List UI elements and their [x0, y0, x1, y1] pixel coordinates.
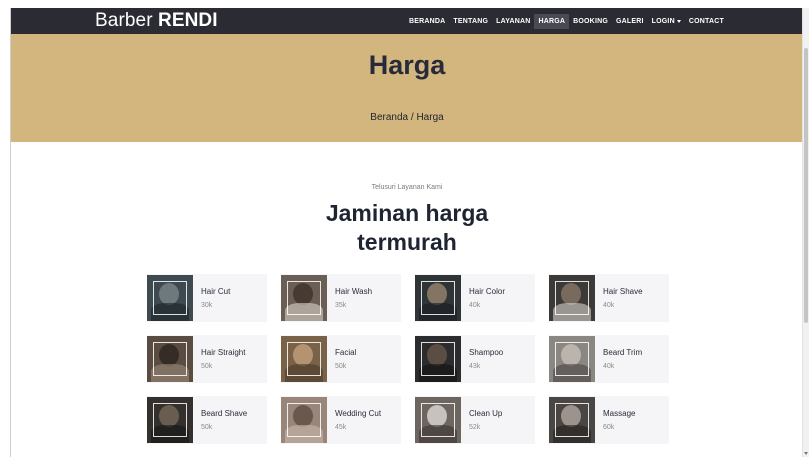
nav-item-beranda[interactable]: BERANDA [405, 14, 449, 29]
service-photo [415, 275, 461, 321]
service-photo [415, 397, 461, 443]
service-card[interactable]: Beard Trim 40k [549, 335, 669, 383]
service-price: 40k [603, 302, 615, 309]
nav-item-harga[interactable]: HARGA [534, 14, 570, 29]
service-name: Hair Straight [201, 348, 246, 357]
scrollbar-thumb[interactable] [804, 48, 808, 323]
service-price: 50k [201, 424, 213, 431]
nav-item-login-label: LOGIN [651, 18, 675, 25]
nav-item-layanan[interactable]: LAYANAN [492, 14, 534, 29]
service-photo [549, 275, 595, 321]
service-price: 40k [469, 302, 481, 309]
service-name: Clean Up [469, 409, 503, 418]
main-nav: BERANDA TENTANG LAYANAN HARGA BOOKING GA… [405, 14, 728, 30]
service-photo [281, 397, 327, 443]
scroll-down-arrow-icon[interactable] [804, 452, 808, 455]
service-name: Hair Cut [201, 287, 231, 296]
nav-item-galeri[interactable]: GALERI [612, 14, 648, 29]
service-card[interactable]: Hair Color 40k [415, 274, 535, 322]
brand-name: RENDI [158, 10, 218, 31]
nav-item-login[interactable]: LOGIN [648, 14, 685, 29]
service-photo [147, 336, 193, 382]
browser-window: Barber RENDI BERANDA TENTANG LAYANAN HAR… [10, 8, 809, 457]
service-name: Hair Wash [335, 287, 373, 296]
brand-prefix: Barber [95, 10, 159, 31]
service-card[interactable]: Shampoo 43k [415, 335, 535, 383]
service-card[interactable]: Hair Shave 40k [549, 274, 669, 322]
service-card[interactable]: Massage 60k [549, 396, 669, 444]
service-photo [549, 397, 595, 443]
section-subtitle: Telusuri Layanan Kami [371, 184, 443, 191]
service-card[interactable]: Hair Wash 35k [281, 274, 401, 322]
breadcrumb-home[interactable]: Beranda [370, 112, 408, 123]
breadcrumb: Beranda / Harga [11, 112, 803, 123]
service-name: Massage [603, 409, 636, 418]
breadcrumb-current: Harga [416, 112, 444, 123]
nav-item-booking[interactable]: BOOKING [569, 14, 612, 29]
service-card[interactable]: Facial 50k [281, 335, 401, 383]
services-grid: Hair Cut 30k Hair Wash 35k Hair Color 40k H… [147, 274, 669, 444]
service-name: Facial [335, 348, 357, 357]
service-name: Beard Shave [201, 409, 248, 418]
service-card[interactable]: Beard Shave 50k [147, 396, 267, 444]
service-card[interactable]: Wedding Cut 45k [281, 396, 401, 444]
page-title: Harga [368, 50, 446, 80]
service-card[interactable]: Hair Straight 50k [147, 335, 267, 383]
service-photo [147, 397, 193, 443]
service-photo [147, 275, 193, 321]
service-price: 45k [335, 424, 347, 431]
service-photo [281, 275, 327, 321]
service-name: Hair Shave [603, 287, 643, 296]
service-price: 50k [201, 363, 213, 370]
service-photo [549, 336, 595, 382]
nav-item-tentang[interactable]: TENTANG [449, 14, 492, 29]
service-name: Beard Trim [603, 348, 643, 357]
service-price: 43k [469, 363, 481, 370]
brand-logo[interactable]: Barber RENDI [95, 10, 218, 32]
service-photo [415, 336, 461, 382]
service-price: 60k [603, 424, 615, 431]
service-card[interactable]: Clean Up 52k [415, 396, 535, 444]
service-name: Shampoo [469, 348, 504, 357]
section-title-line2: termurah [357, 229, 457, 255]
service-name: Hair Color [469, 287, 506, 296]
page-scrollbar[interactable] [802, 8, 809, 457]
service-price: 30k [201, 302, 213, 309]
page-hero: Harga Beranda / Harga [11, 34, 803, 142]
nav-item-contact[interactable]: CONTACT [685, 14, 728, 29]
section-title-line1: Jaminan harga [325, 200, 489, 226]
service-price: 35k [335, 302, 347, 309]
service-photo [281, 336, 327, 382]
service-price: 50k [335, 363, 347, 370]
service-name: Wedding Cut [335, 409, 382, 418]
service-card[interactable]: Hair Cut 30k [147, 274, 267, 322]
chevron-down-icon [676, 19, 681, 23]
section-title: Jaminan harga termurah [11, 199, 803, 257]
service-price: 52k [469, 424, 481, 431]
breadcrumb-separator: / [410, 112, 414, 123]
service-price: 40k [603, 363, 615, 370]
navbar: Barber RENDI BERANDA TENTANG LAYANAN HAR… [11, 8, 803, 34]
